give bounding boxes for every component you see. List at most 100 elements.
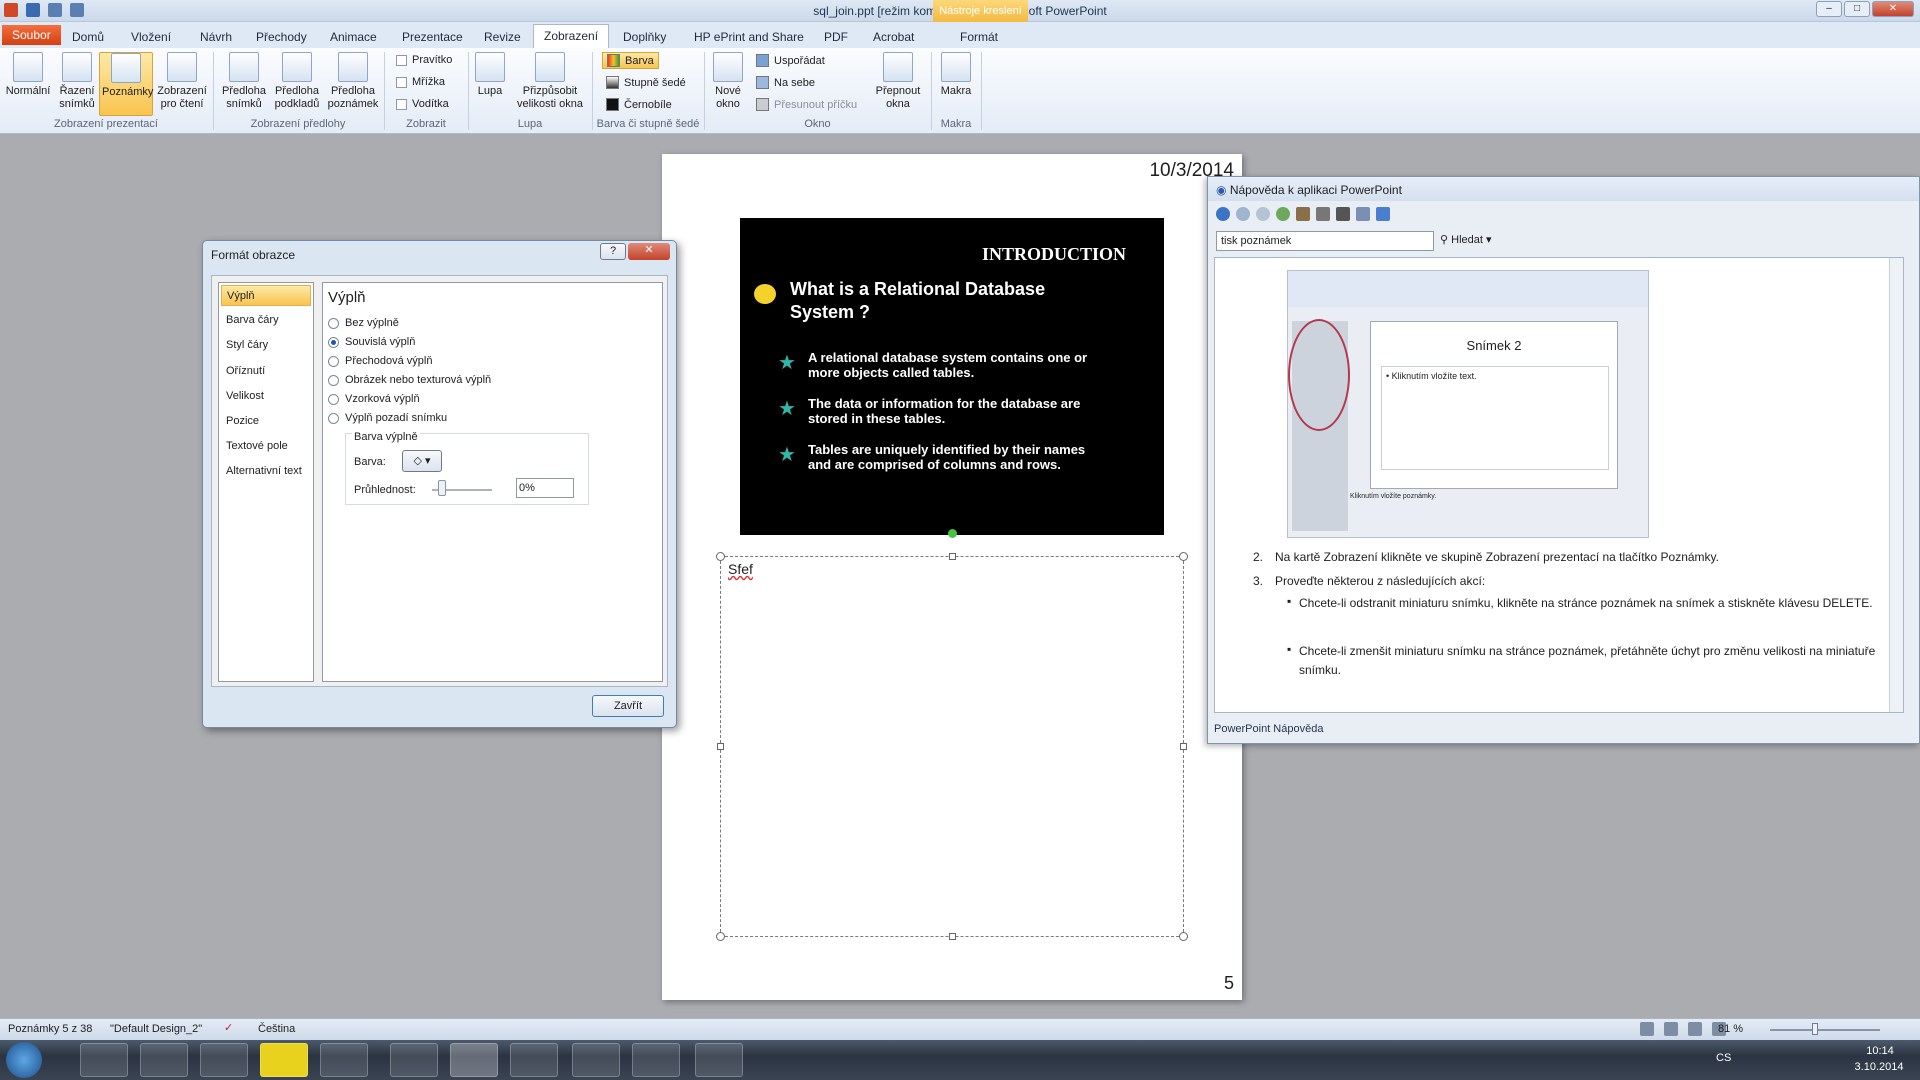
switch-windows-button[interactable]: Přepnout okna (872, 52, 924, 111)
new-window-button[interactable]: Nové okno (708, 52, 748, 111)
nav-alt-text[interactable]: Alternativní text (221, 461, 311, 482)
tab-animations[interactable]: Animace (320, 26, 387, 48)
help-search-input[interactable]: tisk poznámek (1216, 231, 1434, 251)
notes-page-button[interactable]: Poznámky (99, 52, 153, 116)
powerpoint-icon[interactable] (450, 1043, 498, 1077)
notes-master-button[interactable]: Předloha poznámek (326, 52, 380, 111)
black-white-button[interactable]: Černobíle (606, 98, 672, 111)
close-button[interactable]: ✕ (1872, 1, 1914, 17)
handout-master-button[interactable]: Předloha podkladů (270, 52, 324, 111)
app-icon[interactable] (260, 1043, 308, 1077)
macros-button[interactable]: Makra (938, 52, 974, 98)
nav-position[interactable]: Pozice (221, 411, 311, 432)
transparency-input[interactable]: 0% (516, 478, 574, 498)
rotate-handle[interactable] (948, 529, 957, 538)
explorer-icon[interactable] (80, 1043, 128, 1077)
home-icon[interactable] (1296, 207, 1310, 221)
zoom-slider[interactable] (1770, 1029, 1880, 1031)
clock-date[interactable]: 3.10.2014 (1846, 1061, 1912, 1073)
tab-file[interactable]: Soubor (2, 25, 61, 45)
help-scrollbar[interactable] (1889, 258, 1903, 712)
tab-format[interactable]: Formát (950, 26, 1008, 48)
resize-handle[interactable] (1179, 552, 1188, 561)
notes-placeholder[interactable]: Sfef (716, 552, 1188, 941)
resize-handle[interactable] (716, 552, 725, 561)
text-size-icon[interactable] (1336, 207, 1350, 221)
radio-background-fill[interactable]: Výplň pozadí snímku (328, 412, 447, 424)
slide-sorter-icon[interactable] (1664, 1022, 1678, 1036)
tab-design[interactable]: Návrh (190, 26, 242, 48)
zoom-button[interactable]: Lupa (472, 52, 508, 98)
resize-handle[interactable] (949, 933, 956, 940)
help-button[interactable]: ? (600, 243, 626, 260)
normal-view-icon[interactable] (1640, 1022, 1654, 1036)
chrome-icon[interactable] (390, 1043, 438, 1077)
tab-transitions[interactable]: Přechody (246, 26, 317, 48)
resize-handle[interactable] (717, 743, 724, 750)
help-footer[interactable]: PowerPoint Nápověda (1214, 723, 1323, 735)
grayscale-button[interactable]: Stupně šedé (606, 76, 686, 89)
stop-icon[interactable] (1256, 207, 1270, 221)
resize-handle[interactable] (716, 932, 725, 941)
tab-review[interactable]: Revize (474, 26, 531, 48)
cascade-button[interactable]: Na sebe (756, 76, 815, 89)
radio-picture-fill[interactable]: Obrázek nebo texturová výplň (328, 374, 491, 386)
tab-home[interactable]: Domů (62, 26, 114, 48)
input-language[interactable]: CS (1716, 1052, 1731, 1064)
minimize-button[interactable]: – (1816, 1, 1842, 17)
radio-gradient-fill[interactable]: Přechodová výplň (328, 355, 432, 367)
maximize-button[interactable]: □ (1844, 1, 1870, 17)
forward-icon[interactable] (1236, 207, 1250, 221)
reading-view-button[interactable]: Zobrazení pro čtení (155, 52, 209, 111)
transparency-slider-thumb[interactable] (438, 480, 446, 496)
color-picker-button[interactable]: ◇ ▾ (402, 450, 442, 472)
normal-view-button[interactable]: Normální (4, 52, 52, 98)
nav-text-box[interactable]: Textové pole (221, 436, 311, 457)
tab-view[interactable]: Zobrazení (533, 24, 610, 48)
tab-slideshow[interactable]: Prezentace (392, 26, 473, 48)
start-button[interactable] (6, 1042, 42, 1078)
radio-no-fill[interactable]: Bez výplně (328, 317, 399, 329)
tab-pdf[interactable]: PDF (814, 26, 858, 48)
print-icon[interactable] (1316, 207, 1330, 221)
guides-checkbox[interactable]: Vodítka (396, 98, 449, 110)
fit-to-window-button[interactable]: Přizpůsobit velikosti okna (512, 52, 588, 111)
splash-app-icon[interactable] (510, 1043, 558, 1077)
network-app-icon[interactable] (572, 1043, 620, 1077)
slide-thumbnail[interactable]: INTRODUCTION What is a Relational Databa… (740, 218, 1164, 535)
status-language[interactable]: Čeština (258, 1023, 295, 1035)
zoom-level[interactable]: 81 % (1718, 1023, 1743, 1035)
arrange-all-button[interactable]: Uspořádat (756, 54, 825, 67)
skype-icon[interactable] (320, 1043, 368, 1077)
slide-master-button[interactable]: Předloha snímků (218, 52, 270, 111)
nav-line-style[interactable]: Styl čáry (221, 335, 311, 356)
radio-solid-fill[interactable]: Souvislá výplň (328, 336, 415, 348)
notes-text[interactable]: Sfef (728, 561, 753, 577)
reading-view-icon[interactable] (1688, 1022, 1702, 1036)
nav-crop[interactable]: Oříznutí (221, 361, 311, 382)
tab-acrobat[interactable]: Acrobat (863, 26, 924, 48)
dialog-close-icon[interactable]: ✕ (628, 243, 670, 260)
dialog-close-button[interactable]: Zavřít (592, 695, 664, 717)
radio-pattern-fill[interactable]: Vzorková výplň (328, 393, 420, 405)
color-button[interactable]: Barva (602, 52, 659, 69)
help-search-button[interactable]: ⚲ Hledat ▾ (1440, 233, 1492, 246)
resize-handle[interactable] (1179, 932, 1188, 941)
spelling-icon[interactable]: ✓ (224, 1021, 233, 1034)
clock-time[interactable]: 10:14 (1852, 1045, 1908, 1057)
gridlines-checkbox[interactable]: Mřížka (396, 76, 445, 88)
keep-on-top-icon[interactable] (1376, 207, 1390, 221)
acrobat-icon[interactable] (695, 1043, 743, 1077)
resize-handle[interactable] (949, 553, 956, 560)
tab-insert[interactable]: Vložení (121, 26, 181, 48)
nav-line-color[interactable]: Barva čáry (221, 310, 311, 331)
ruler-checkbox[interactable]: Pravítko (396, 54, 452, 66)
internet-explorer-icon[interactable] (200, 1043, 248, 1077)
resize-handle[interactable] (1180, 743, 1187, 750)
tab-hp-eprint[interactable]: HP ePrint and Share (684, 26, 814, 48)
nav-fill[interactable]: Výplň (221, 285, 311, 306)
back-icon[interactable] (1216, 207, 1230, 221)
tab-addins[interactable]: Doplňky (613, 26, 676, 48)
help-app-icon[interactable] (632, 1043, 680, 1077)
toc-icon[interactable] (1356, 207, 1370, 221)
